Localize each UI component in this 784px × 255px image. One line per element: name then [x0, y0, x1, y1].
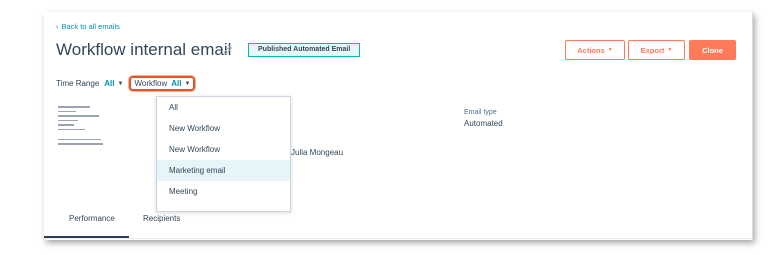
export-button[interactable]: Export ▼: [628, 40, 685, 60]
pencil-icon[interactable]: [223, 45, 233, 55]
caret-down-icon: ▼: [607, 47, 613, 53]
sender-name: Julia Mongeau: [291, 148, 344, 157]
chevron-left-icon: ‹: [56, 22, 59, 31]
tab-recipients[interactable]: Recipients: [143, 214, 180, 223]
back-link-label: Back to all emails: [61, 22, 120, 31]
dropdown-option[interactable]: New Workflow: [157, 118, 290, 139]
actions-button-label: Actions: [577, 45, 605, 55]
caret-down-icon: ▼: [667, 47, 673, 53]
export-button-label: Export: [640, 45, 665, 55]
time-range-value: All: [104, 79, 115, 88]
tab-performance[interactable]: Performance: [69, 214, 115, 223]
back-link[interactable]: ‹ Back to all emails: [56, 22, 120, 31]
email-details-card: ‹ Back to all emails Workflow internal e…: [44, 12, 753, 240]
dropdown-option[interactable]: All: [157, 97, 290, 118]
time-range-label: Time Range: [56, 79, 100, 88]
workflow-value: All: [171, 79, 182, 88]
status-badge: Published Automated Email: [248, 43, 361, 57]
page-title: Workflow internal email: [56, 40, 232, 59]
email-preview-thumbnail[interactable]: [58, 106, 103, 148]
caret-down-icon: ▼: [184, 80, 191, 87]
clone-button-label: Clone: [702, 45, 723, 55]
time-range-filter[interactable]: All ▼: [104, 79, 123, 88]
workflow-dropdown-menu: All New Workflow New Workflow Marketing …: [156, 96, 291, 212]
actions-button[interactable]: Actions ▼: [565, 40, 625, 60]
dropdown-option[interactable]: Meeting: [157, 181, 290, 202]
clone-button[interactable]: Clone: [689, 40, 736, 60]
workflow-label: Workflow: [134, 79, 168, 88]
tab-divider: [44, 238, 752, 239]
filter-bar: Time Range All ▼ Workflow All ▼: [56, 76, 196, 91]
email-type-value: Automated: [464, 119, 503, 128]
dropdown-option[interactable]: New Workflow: [157, 139, 290, 160]
workflow-filter[interactable]: Workflow All ▼: [129, 76, 196, 91]
dropdown-option-highlighted[interactable]: Marketing email: [157, 160, 290, 181]
email-type-label: Email type: [464, 109, 497, 116]
caret-down-icon: ▼: [117, 80, 124, 87]
